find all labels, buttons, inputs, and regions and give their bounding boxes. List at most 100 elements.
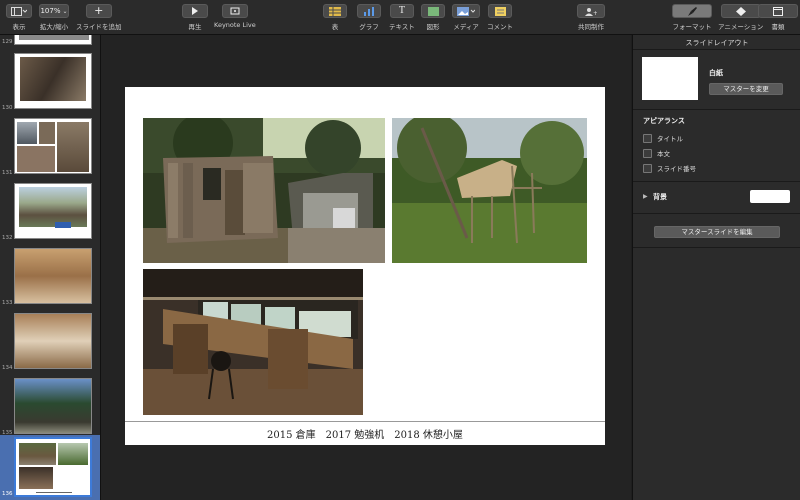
table-button[interactable] <box>323 4 347 18</box>
table-label: 表 <box>331 23 339 31</box>
inspector-panel: スライドレイアウト 白紙 マスターを変更 アピアランス タイトル 本文 スライド… <box>632 35 800 500</box>
broadcast-icon <box>230 7 240 15</box>
slide-thumbnail[interactable] <box>14 53 92 109</box>
thumbnail-photo <box>57 122 89 172</box>
svg-text:+: + <box>593 10 597 16</box>
add-slide[interactable]: + スライドを追加 <box>76 4 122 31</box>
zoom-menu[interactable]: 107% ⌄ 拡大/縮小 <box>39 4 69 31</box>
chart-icon <box>364 6 374 16</box>
view-button[interactable] <box>6 4 32 18</box>
body-checkbox-row[interactable]: 本文 <box>643 148 670 158</box>
title-checkbox[interactable] <box>643 133 652 143</box>
thumbnail-photo <box>19 187 87 227</box>
comment-icon <box>494 6 506 16</box>
collaborate-button[interactable]: + <box>577 4 605 18</box>
table-tool[interactable]: 表 <box>323 4 347 31</box>
thumbnail-photo <box>19 35 89 40</box>
caption-divider <box>125 421 605 422</box>
storage-shed-image <box>143 118 385 263</box>
table-icon <box>329 6 341 16</box>
divider <box>633 49 800 50</box>
add-slide-button[interactable]: + <box>85 4 112 18</box>
text-button[interactable]: T <box>389 4 414 18</box>
photo-study-desk[interactable] <box>143 269 363 415</box>
shape-label: 図形 <box>426 23 440 31</box>
keynote-live-button[interactable] <box>221 4 248 18</box>
format-button[interactable] <box>672 4 712 18</box>
slide-number-checkbox[interactable] <box>643 163 652 173</box>
zoom-label: 拡大/縮小 <box>39 23 69 31</box>
format-label: フォーマット <box>672 23 712 31</box>
play-icon <box>192 7 198 15</box>
text-tool[interactable]: T テキスト <box>389 4 415 31</box>
thumbnail-photo <box>39 122 55 144</box>
edit-master-slide-button[interactable]: マスタースライドを編集 <box>654 226 780 238</box>
chart-label: グラフ <box>359 23 379 31</box>
document-button[interactable] <box>758 4 798 18</box>
animate-label: アニメーション <box>718 23 764 31</box>
slide-number: 129 <box>2 39 13 45</box>
slide-thumbnail-selected[interactable] <box>14 437 92 497</box>
text-icon: T <box>398 5 405 16</box>
appearance-label: アピアランス <box>643 117 685 125</box>
background-color-well[interactable] <box>750 190 790 203</box>
view-menu[interactable]: 表示 <box>6 4 32 31</box>
zoom-button[interactable]: 107% ⌄ <box>39 4 69 18</box>
photo-storage-shed[interactable] <box>143 118 385 263</box>
slide-thumbnail[interactable] <box>14 118 92 174</box>
slide-number-checkbox-row[interactable]: スライド番号 <box>643 163 696 173</box>
slide-thumbnail[interactable] <box>14 248 92 304</box>
slide-thumbnail[interactable] <box>14 35 92 45</box>
slide[interactable]: 2015 倉庫 2017 勉強机 2018 休憩小屋 <box>125 87 605 445</box>
chart-tool[interactable]: グラフ <box>357 4 381 31</box>
disclosure-triangle-icon[interactable]: ▶ <box>643 193 648 200</box>
thumbnail-photo <box>15 314 91 368</box>
photo-hut-frame[interactable] <box>392 118 587 263</box>
slide-number: 136 <box>2 491 13 497</box>
play[interactable]: 再生 <box>182 4 208 31</box>
play-button[interactable] <box>182 4 208 18</box>
keynote-live-label: Keynote Live <box>214 21 256 29</box>
study-desk-image <box>143 269 363 415</box>
animate-tab[interactable]: アニメーション <box>718 4 763 31</box>
add-slide-label: スライドを追加 <box>76 23 122 31</box>
media-button[interactable] <box>452 4 480 18</box>
collaborate[interactable]: + 共同制作 <box>577 4 605 31</box>
thumbnail-caption <box>36 492 72 493</box>
chart-button[interactable] <box>357 4 381 18</box>
thumbnail-photo <box>15 249 91 303</box>
comment-button[interactable] <box>488 4 512 18</box>
slide-number: 134 <box>2 365 13 371</box>
keynote-live[interactable]: Keynote Live <box>214 4 256 29</box>
slide-thumbnail[interactable] <box>14 378 92 434</box>
slide-number: 133 <box>2 300 13 306</box>
background-label[interactable]: 背景 <box>653 192 667 202</box>
media-tool[interactable]: メディア <box>452 4 480 31</box>
body-checkbox-label: 本文 <box>657 150 670 158</box>
thumbnail-photo <box>17 122 37 144</box>
shape-tool[interactable]: 図形 <box>421 4 445 31</box>
document-tab[interactable]: 書類 <box>758 4 798 31</box>
shape-icon <box>427 6 439 16</box>
change-master-button[interactable]: マスターを変更 <box>709 83 783 95</box>
diamond-icon <box>735 6 746 16</box>
shape-button[interactable] <box>421 4 445 18</box>
thumbnail-photo <box>19 467 53 489</box>
layout-thumbnail <box>642 57 698 100</box>
animate-button[interactable] <box>720 4 761 18</box>
slide-canvas[interactable]: 2015 倉庫 2017 勉強机 2018 休憩小屋 <box>101 35 631 500</box>
body-checkbox[interactable] <box>643 148 652 158</box>
title-checkbox-label: タイトル <box>657 135 683 143</box>
title-checkbox-row[interactable]: タイトル <box>643 133 683 143</box>
media-icon <box>457 6 475 16</box>
slide-caption[interactable]: 2015 倉庫 2017 勉強机 2018 休憩小屋 <box>125 426 605 441</box>
view-label: 表示 <box>12 23 26 31</box>
slide-thumbnail[interactable] <box>14 313 92 369</box>
text-label: テキスト <box>389 23 415 31</box>
slide-thumbnail[interactable] <box>14 183 92 239</box>
media-label: メディア <box>453 23 479 31</box>
format-tab[interactable]: フォーマット <box>672 4 712 31</box>
play-label: 再生 <box>188 23 202 31</box>
comment-tool[interactable]: コメント <box>487 4 513 31</box>
collaborate-label: 共同制作 <box>578 23 604 31</box>
